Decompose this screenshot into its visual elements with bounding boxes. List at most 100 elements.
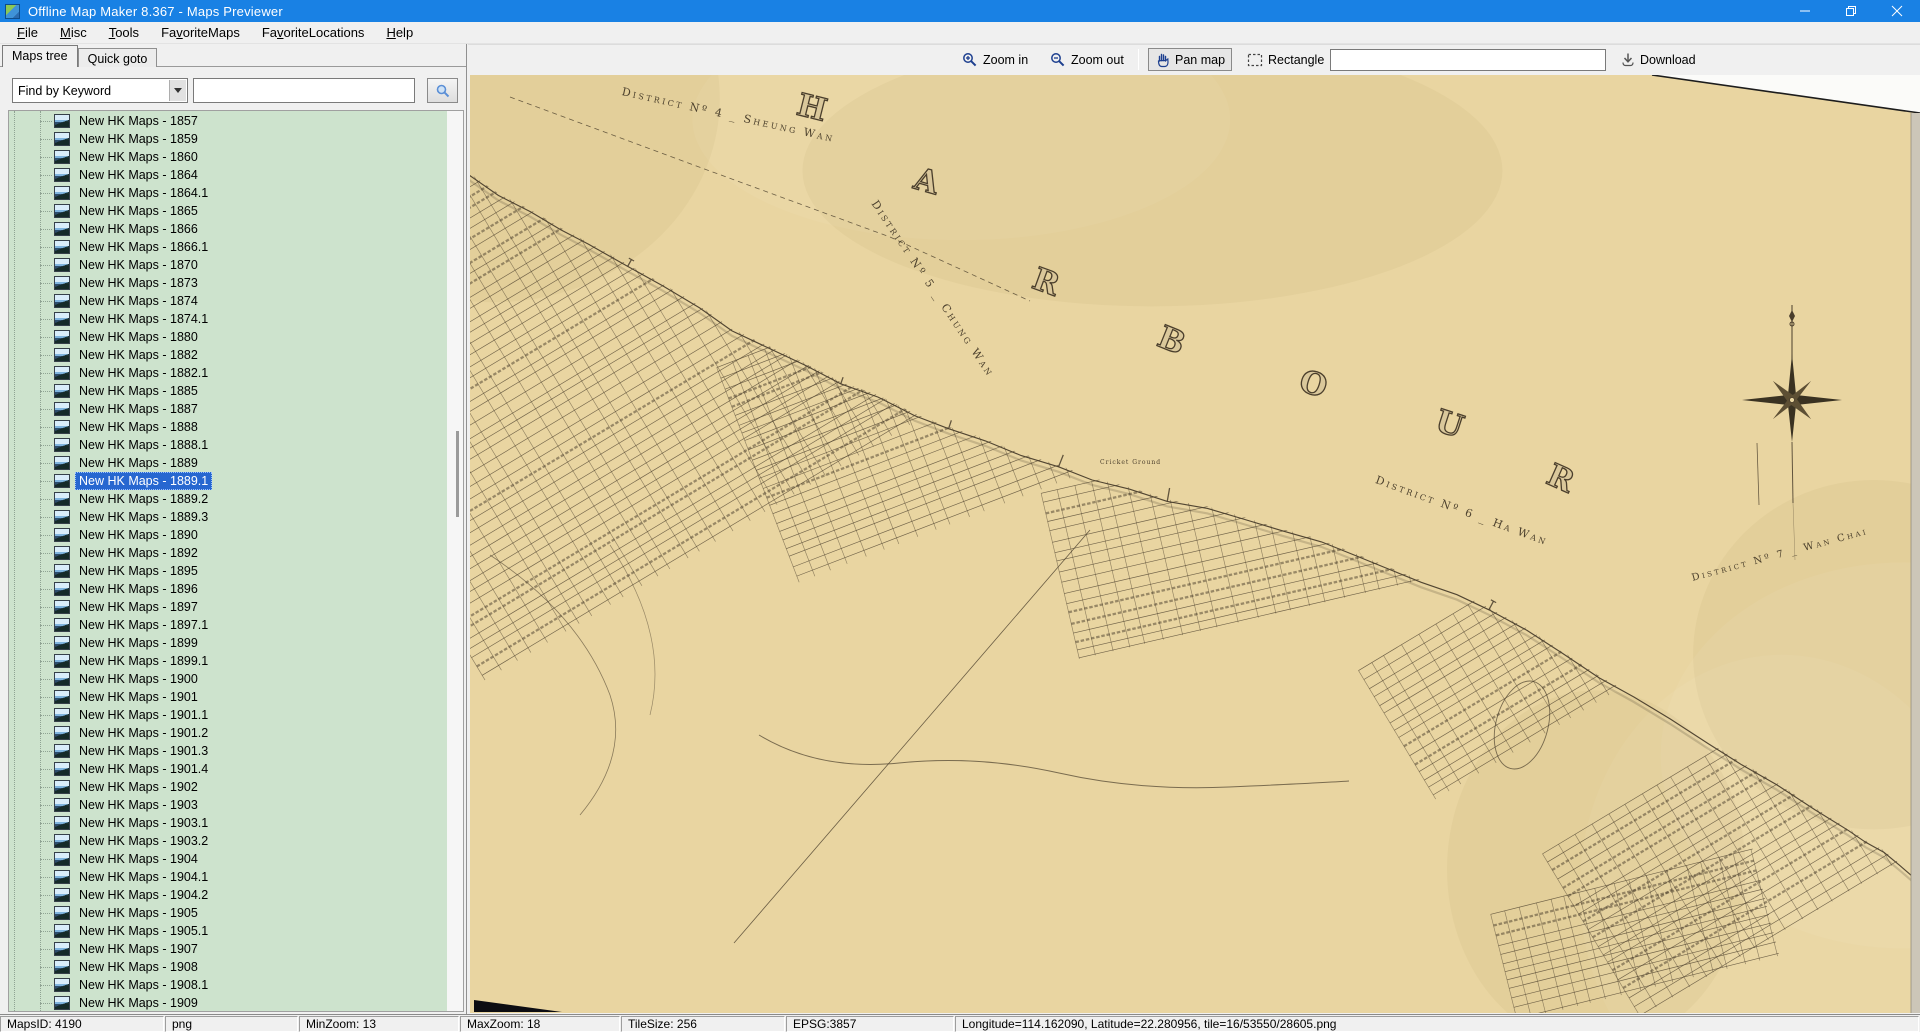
tree-item-label[interactable]: New HK Maps - 1889 bbox=[75, 454, 202, 472]
tree-item-label[interactable]: New HK Maps - 1901.4 bbox=[75, 760, 212, 778]
tree-item[interactable]: New HK Maps - 1870 bbox=[9, 256, 447, 274]
tree-item-label[interactable]: New HK Maps - 1890 bbox=[75, 526, 202, 544]
menu-file[interactable]: File bbox=[6, 22, 49, 43]
zoom-in-button[interactable]: Zoom in bbox=[955, 48, 1035, 71]
tree-item[interactable]: New HK Maps - 1888.1 bbox=[9, 436, 447, 454]
tree-item[interactable]: New HK Maps - 1899 bbox=[9, 634, 447, 652]
tree-item-label[interactable]: New HK Maps - 1905 bbox=[75, 904, 202, 922]
tree-item[interactable]: New HK Maps - 1902 bbox=[9, 778, 447, 796]
tree-item-label[interactable]: New HK Maps - 1864.1 bbox=[75, 184, 212, 202]
tree-item[interactable]: New HK Maps - 1901.3 bbox=[9, 742, 447, 760]
tree-item[interactable]: New HK Maps - 1901.1 bbox=[9, 706, 447, 724]
menu-favoritemaps[interactable]: FavoriteMaps bbox=[150, 22, 251, 43]
tree-item-label[interactable]: New HK Maps - 1873 bbox=[75, 274, 202, 292]
chevron-down-icon[interactable] bbox=[169, 80, 186, 101]
tree-item-label[interactable]: New HK Maps - 1908.1 bbox=[75, 976, 212, 994]
tree-item[interactable]: New HK Maps - 1885 bbox=[9, 382, 447, 400]
menu-misc[interactable]: Misc bbox=[49, 22, 98, 43]
tree-item-label[interactable]: New HK Maps - 1874 bbox=[75, 292, 202, 310]
minimize-button[interactable] bbox=[1782, 0, 1828, 22]
tree-item[interactable]: New HK Maps - 1890 bbox=[9, 526, 447, 544]
tree-item-label[interactable]: New HK Maps - 1899 bbox=[75, 634, 202, 652]
tree-item-label[interactable]: New HK Maps - 1870 bbox=[75, 256, 202, 274]
tree-item-label[interactable]: New HK Maps - 1897 bbox=[75, 598, 202, 616]
tree-item-label[interactable]: New HK Maps - 1888.1 bbox=[75, 436, 212, 454]
tree-item[interactable]: New HK Maps - 1892 bbox=[9, 544, 447, 562]
tree-item[interactable]: New HK Maps - 1903.2 bbox=[9, 832, 447, 850]
tree-item[interactable]: New HK Maps - 1857 bbox=[9, 112, 447, 130]
tree-item-label[interactable]: New HK Maps - 1896 bbox=[75, 580, 202, 598]
tree-item[interactable]: New HK Maps - 1866 bbox=[9, 220, 447, 238]
zoom-out-button[interactable]: Zoom out bbox=[1043, 48, 1131, 71]
download-name-input[interactable] bbox=[1330, 49, 1606, 71]
search-input[interactable] bbox=[193, 78, 415, 103]
download-button[interactable]: Download bbox=[1614, 48, 1703, 71]
rectangle-button[interactable]: Rectangle bbox=[1240, 48, 1331, 71]
tree-item[interactable]: New HK Maps - 1905.1 bbox=[9, 922, 447, 940]
tree-item[interactable]: New HK Maps - 1907 bbox=[9, 940, 447, 958]
menu-tools[interactable]: Tools bbox=[98, 22, 150, 43]
close-button[interactable] bbox=[1874, 0, 1920, 22]
tree-item[interactable]: New HK Maps - 1889.2 bbox=[9, 490, 447, 508]
tree-item-label[interactable]: New HK Maps - 1882.1 bbox=[75, 364, 212, 382]
tree-item-label[interactable]: New HK Maps - 1885 bbox=[75, 382, 202, 400]
tree-item[interactable]: New HK Maps - 1900 bbox=[9, 670, 447, 688]
find-mode-combobox[interactable]: Find by Keyword bbox=[12, 78, 188, 103]
tree-item[interactable]: New HK Maps - 1896 bbox=[9, 580, 447, 598]
tree-item-label[interactable]: New HK Maps - 1904 bbox=[75, 850, 202, 868]
tree-item[interactable]: New HK Maps - 1889 bbox=[9, 454, 447, 472]
tree-item[interactable]: New HK Maps - 1909 bbox=[9, 994, 447, 1012]
tree-item-label[interactable]: New HK Maps - 1901 bbox=[75, 688, 202, 706]
tree-item[interactable]: New HK Maps - 1901.4 bbox=[9, 760, 447, 778]
tree-item-label[interactable]: New HK Maps - 1866.1 bbox=[75, 238, 212, 256]
tree-item-label[interactable]: New HK Maps - 1882 bbox=[75, 346, 202, 364]
tree-item[interactable]: New HK Maps - 1897.1 bbox=[9, 616, 447, 634]
tree-item-label[interactable]: New HK Maps - 1859 bbox=[75, 130, 202, 148]
tree-item-label[interactable]: New HK Maps - 1907 bbox=[75, 940, 202, 958]
tree-item-label[interactable]: New HK Maps - 1874.1 bbox=[75, 310, 212, 328]
tree-item[interactable]: New HK Maps - 1905 bbox=[9, 904, 447, 922]
tree-item[interactable]: New HK Maps - 1864 bbox=[9, 166, 447, 184]
tree-item[interactable]: New HK Maps - 1888 bbox=[9, 418, 447, 436]
tree-item-label[interactable]: New HK Maps - 1901.1 bbox=[75, 706, 212, 724]
restore-button[interactable] bbox=[1828, 0, 1874, 22]
tree-item-label[interactable]: New HK Maps - 1909 bbox=[75, 994, 202, 1012]
tree-item-label[interactable]: New HK Maps - 1866 bbox=[75, 220, 202, 238]
tree-item[interactable]: New HK Maps - 1866.1 bbox=[9, 238, 447, 256]
tree-item[interactable]: New HK Maps - 1889.1 bbox=[9, 472, 447, 490]
tree-item-label[interactable]: New HK Maps - 1903 bbox=[75, 796, 202, 814]
tab-maps-tree[interactable]: Maps tree bbox=[2, 45, 78, 67]
tree-item-label[interactable]: New HK Maps - 1901.2 bbox=[75, 724, 212, 742]
tree-item-label[interactable]: New HK Maps - 1889.3 bbox=[75, 508, 212, 526]
tree-item-label[interactable]: New HK Maps - 1904.2 bbox=[75, 886, 212, 904]
tree-item-label[interactable]: New HK Maps - 1908 bbox=[75, 958, 202, 976]
tree-item-label[interactable]: New HK Maps - 1887 bbox=[75, 400, 202, 418]
tree-item[interactable]: New HK Maps - 1889.3 bbox=[9, 508, 447, 526]
tree-item-label[interactable]: New HK Maps - 1892 bbox=[75, 544, 202, 562]
tree-item[interactable]: New HK Maps - 1897 bbox=[9, 598, 447, 616]
tree-item[interactable]: New HK Maps - 1901.2 bbox=[9, 724, 447, 742]
tree-item[interactable]: New HK Maps - 1882.1 bbox=[9, 364, 447, 382]
tree-item[interactable]: New HK Maps - 1904.1 bbox=[9, 868, 447, 886]
menu-help[interactable]: Help bbox=[375, 22, 424, 43]
tree-item-label[interactable]: New HK Maps - 1897.1 bbox=[75, 616, 212, 634]
map-viewport[interactable]: HARBOUR District Nº 4 _ Sheung WanDistri… bbox=[470, 75, 1920, 1013]
tree-item-label[interactable]: New HK Maps - 1903.1 bbox=[75, 814, 212, 832]
tree-item[interactable]: New HK Maps - 1882 bbox=[9, 346, 447, 364]
tree-item-label[interactable]: New HK Maps - 1900 bbox=[75, 670, 202, 688]
tree-item[interactable]: New HK Maps - 1874 bbox=[9, 292, 447, 310]
tree-item-label[interactable]: New HK Maps - 1905.1 bbox=[75, 922, 212, 940]
pan-map-button[interactable]: Pan map bbox=[1148, 48, 1232, 71]
tree-item-label[interactable]: New HK Maps - 1888 bbox=[75, 418, 202, 436]
tab-quick-goto[interactable]: Quick goto bbox=[78, 48, 158, 67]
tree-item[interactable]: New HK Maps - 1903.1 bbox=[9, 814, 447, 832]
tree-item[interactable]: New HK Maps - 1899.1 bbox=[9, 652, 447, 670]
tree-scrollbar-thumb[interactable] bbox=[456, 431, 459, 517]
tree-item-label[interactable]: New HK Maps - 1895 bbox=[75, 562, 202, 580]
tree-item-label[interactable]: New HK Maps - 1860 bbox=[75, 148, 202, 166]
tree-item-label[interactable]: New HK Maps - 1889.2 bbox=[75, 490, 212, 508]
tree-item[interactable]: New HK Maps - 1865 bbox=[9, 202, 447, 220]
tree-item-label[interactable]: New HK Maps - 1864 bbox=[75, 166, 202, 184]
tree-item-label[interactable]: New HK Maps - 1857 bbox=[75, 112, 202, 130]
tree-item-label[interactable]: New HK Maps - 1904.1 bbox=[75, 868, 212, 886]
